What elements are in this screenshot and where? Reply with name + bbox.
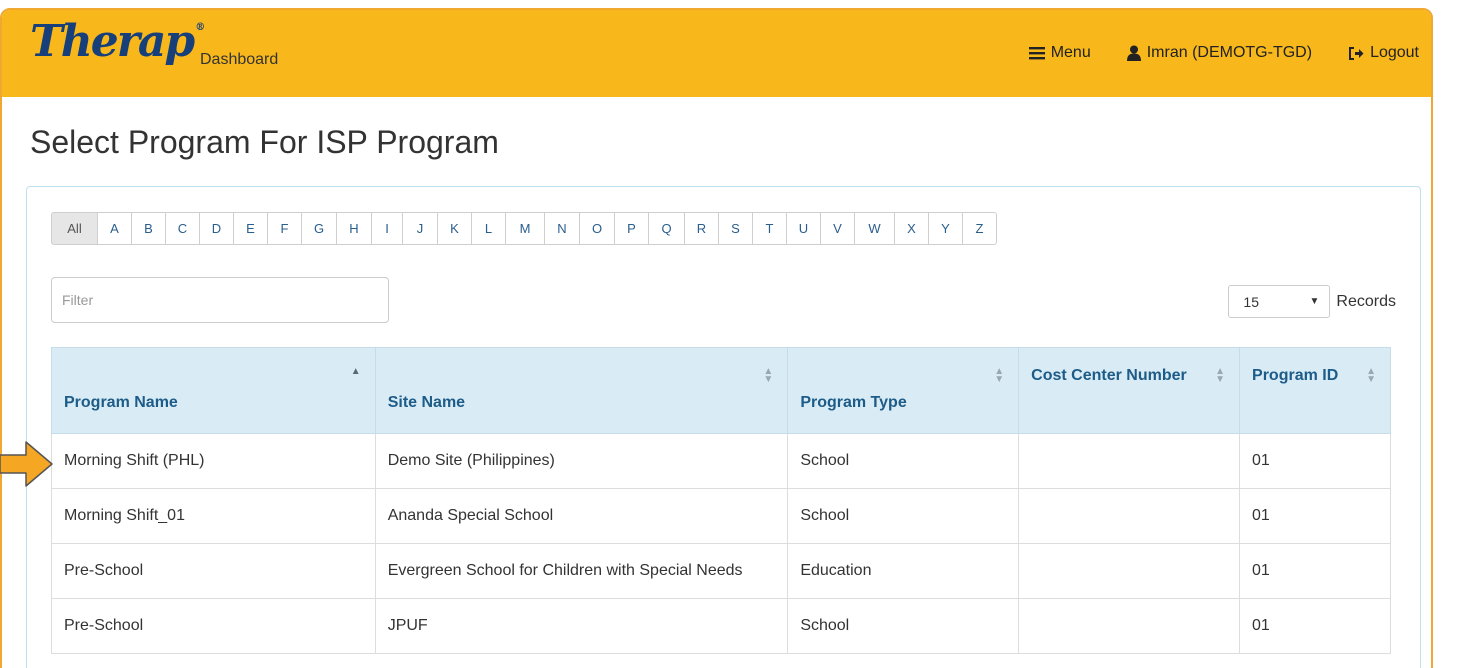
user-icon (1126, 45, 1141, 61)
table-row[interactable]: Pre-School Evergreen School for Children … (51, 543, 1391, 599)
top-navbar: Therap ® Dashboard Menu Imran (DEMOTG-TGD… (2, 10, 1431, 97)
sort-icon: ▲ ▼ (1215, 366, 1226, 385)
table-cell (1018, 488, 1241, 544)
alpha-filter-d[interactable]: D (200, 212, 234, 245)
table-cell: Ananda Special School (374, 488, 789, 544)
table-row[interactable]: Morning Shift_01 Ananda Special School Sch… (51, 488, 1391, 544)
alpha-filter-k[interactable]: K (438, 212, 472, 245)
table-row[interactable]: Pre-School JPUF School 01 (51, 598, 1391, 654)
logout-label: Logout (1370, 44, 1419, 61)
alpha-filter-j[interactable]: J (403, 212, 438, 245)
table-cell (1018, 543, 1241, 599)
chevron-down-icon: ▼ (1309, 296, 1320, 307)
column-header-program-name[interactable]: ▲ Program Name (51, 347, 376, 434)
table-cell: Demo Site (Philippines) (374, 433, 789, 489)
table-cell: 01 (1239, 433, 1391, 489)
alpha-filter-m[interactable]: M (506, 212, 545, 245)
alpha-filter-g[interactable]: G (302, 212, 337, 245)
table-cell: 01 (1239, 488, 1391, 544)
menu-label: Menu (1050, 44, 1091, 61)
alpha-filter-p[interactable]: P (615, 212, 649, 245)
table-header-row: ▲ Program Name ▲ ▼ Site Name ▲ ▼ Program T… (51, 347, 1391, 434)
table-row[interactable]: Morning Shift (PHL) Demo Site (Philippine… (51, 433, 1391, 489)
table-cell: 01 (1239, 598, 1391, 654)
page-title: Select Program For ISP Program (30, 124, 499, 160)
records-label: Records (1336, 292, 1396, 310)
table-cell: School (787, 598, 1020, 654)
nav-right: Menu Imran (DEMOTG-TGD) Logout (1028, 44, 1431, 62)
table-cell: JPUF (374, 598, 789, 654)
alpha-filter-v[interactable]: V (821, 212, 855, 245)
sort-icon: ▲ ▼ (994, 366, 1005, 385)
column-label: Site Name (387, 394, 466, 411)
table-cell (1018, 433, 1241, 489)
alpha-filter-l[interactable]: L (472, 212, 506, 245)
menu-button[interactable]: Menu (1028, 44, 1091, 62)
alpha-filter-n[interactable]: N (545, 212, 580, 245)
program-table: ▲ Program Name ▲ ▼ Site Name ▲ ▼ Program T… (51, 347, 1391, 654)
alpha-filter-z[interactable]: Z (963, 212, 997, 245)
table-cell: Pre-School (51, 543, 376, 599)
hamburger-icon (1028, 46, 1045, 60)
sort-asc-icon: ▲ (350, 366, 361, 377)
alpha-filter-y[interactable]: Y (929, 212, 963, 245)
alpha-filter-t[interactable]: T (753, 212, 787, 245)
table-cell (1018, 598, 1241, 654)
dashboard-link[interactable]: Dashboard (200, 51, 278, 69)
alpha-filter-f[interactable]: F (268, 212, 302, 245)
column-label: Program Name (64, 394, 178, 411)
column-label: Program Type (800, 394, 907, 411)
column-label: Program ID (1252, 367, 1339, 384)
alpha-filter-w[interactable]: W (855, 212, 895, 245)
table-cell: Pre-School (51, 598, 376, 654)
column-label: Cost Center Number (1031, 367, 1187, 384)
arrow-right-icon (0, 441, 53, 487)
alpha-filter-x[interactable]: X (895, 212, 929, 245)
alpha-filter-o[interactable]: O (580, 212, 615, 245)
records-control: 15 ▼ Records (1228, 285, 1396, 318)
logout-button[interactable]: Logout (1348, 44, 1419, 62)
alpha-filter-r[interactable]: R (685, 212, 719, 245)
program-panel: AllABCDEFGHIJKLMNOPQRSTUVWXYZ 15 ▼ Recor… (26, 186, 1421, 668)
records-selected-value: 15 (1243, 293, 1259, 310)
alpha-filter-u[interactable]: U (787, 212, 821, 245)
table-cell: School (787, 433, 1020, 489)
alpha-filter-e[interactable]: E (234, 212, 268, 245)
table-cell: Evergreen School for Children with Speci… (374, 543, 789, 599)
filter-input[interactable] (51, 277, 389, 323)
user-menu[interactable]: Imran (DEMOTG-TGD) (1126, 44, 1313, 62)
alpha-filter-q[interactable]: Q (649, 212, 685, 245)
table-cell: 01 (1239, 543, 1391, 599)
column-header-cost-center-number[interactable]: ▲ ▼ Cost Center Number (1018, 347, 1241, 434)
table-cell: Morning Shift_01 (51, 488, 376, 544)
table-cell: Education (787, 543, 1020, 599)
brand-text: Therap (30, 16, 195, 67)
alpha-filter-i[interactable]: I (372, 212, 403, 245)
column-header-program-id[interactable]: ▲ ▼ Program ID (1239, 347, 1391, 434)
alpha-filter-all[interactable]: All (51, 212, 98, 245)
logout-icon (1348, 46, 1364, 61)
sort-icon: ▲ ▼ (763, 366, 774, 385)
records-select[interactable]: 15 ▼ (1228, 285, 1331, 318)
table-cell: Morning Shift (PHL) (51, 433, 376, 489)
alpha-filter-h[interactable]: H (337, 212, 372, 245)
column-header-site-name[interactable]: ▲ ▼ Site Name (374, 347, 789, 434)
user-label: Imran (DEMOTG-TGD) (1146, 44, 1313, 61)
table-cell: School (787, 488, 1020, 544)
alpha-filter-s[interactable]: S (719, 212, 753, 245)
alpha-filter-b[interactable]: B (132, 212, 166, 245)
sort-icon: ▲ ▼ (1366, 366, 1376, 385)
alpha-filter-a[interactable]: A (98, 212, 132, 245)
therap-logo[interactable]: Therap ® (30, 16, 206, 67)
alpha-filter-c[interactable]: C (166, 212, 200, 245)
registered-mark: ® (195, 22, 206, 33)
column-header-program-type[interactable]: ▲ ▼ Program Type (787, 347, 1020, 434)
alphabet-filter: All A B C D E F G H I J K L M N O P Q R S T U V W X Y Z (51, 212, 997, 245)
